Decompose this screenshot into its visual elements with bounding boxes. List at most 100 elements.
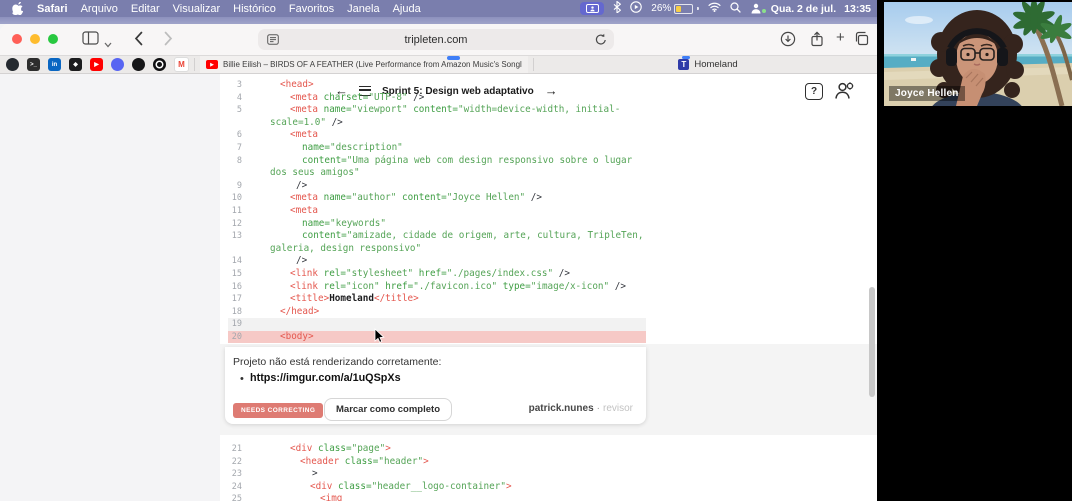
tab-billie-eilish-youtube[interactable]: ▶ Billie Eilish – BIRDS OF A FEATHER (Li…: [200, 56, 528, 73]
bullet: •: [240, 373, 244, 385]
window-controls: [12, 34, 58, 44]
share-icon[interactable]: [810, 31, 824, 52]
code-line-9: 9/>: [220, 180, 877, 193]
menu-bar: Safari Arquivo Editar Visualizar Histórico Fa…: [0, 0, 877, 17]
menu-item-ajuda[interactable]: Ajuda: [393, 3, 421, 15]
mouse-cursor: [374, 328, 385, 349]
terminal-app-icon[interactable]: >_: [27, 58, 40, 71]
code-line-12: 12name="keywords": [220, 218, 877, 231]
youtube-icon[interactable]: ▶: [90, 58, 103, 71]
gmail-icon[interactable]: M: [174, 57, 189, 72]
video-call-panel: Joyce Hellen: [877, 0, 1072, 501]
code-panel: 3<head>4<meta charset="UTF-8" />5<meta n…: [220, 74, 877, 501]
favicon-row: >_ in ◆ ▶ M: [6, 57, 189, 72]
battery-percent: 26%: [651, 3, 671, 14]
code-line-7: 7name="description": [220, 142, 877, 155]
code-line-6: 6<meta: [220, 129, 877, 142]
dark-app-icon[interactable]: [132, 58, 145, 71]
code-line-10: 10<meta name="author" content="Joyce Hel…: [220, 192, 877, 205]
code-line-24: 24<div class="header__logo-container">: [220, 481, 877, 494]
menu-item-visualizar[interactable]: Visualizar: [173, 3, 221, 15]
code-line-19: 19: [220, 318, 877, 331]
code-block-body: 21<div class="page">22<header class="hea…: [220, 443, 877, 501]
battery-indicator[interactable]: 26%: [651, 3, 699, 14]
reader-icon[interactable]: [267, 34, 279, 48]
menu-clock[interactable]: Qua. 2 de jul. 13:35: [771, 3, 871, 15]
menu-date: Qua. 2 de jul.: [771, 3, 836, 15]
tab-bar: >_ in ◆ ▶ M ▶ Billie Eilish – BIRDS OF A FEA…: [0, 55, 877, 74]
imgur-link[interactable]: https://imgur.com/a/1uQSpXs: [250, 372, 401, 384]
address-bar[interactable]: tripleten.com: [258, 29, 614, 50]
tab-homeland[interactable]: T Homeland: [539, 56, 877, 73]
safari-window: tripleten.com + >_ in ◆ ▶ M ▶ Billie Eilish …: [0, 24, 877, 501]
refresh-icon[interactable]: [595, 33, 607, 49]
menu-item-histórico[interactable]: Histórico: [233, 3, 276, 15]
menu-item-janela[interactable]: Janela: [347, 3, 379, 15]
code-line-4: 4<meta charset="UTF-8" />: [220, 92, 877, 105]
chevron-down-icon[interactable]: [104, 35, 112, 53]
tab-label: Billie Eilish – BIRDS OF A FEATHER (Live…: [223, 60, 522, 69]
reviewer-name: patrick.nunes: [529, 403, 594, 414]
close-window-button[interactable]: [12, 34, 22, 44]
menu-item-safari[interactable]: Safari: [37, 3, 68, 15]
user-status-icon[interactable]: [750, 3, 762, 14]
menu-item-editar[interactable]: Editar: [131, 3, 160, 15]
screen: Safari Arquivo Editar Visualizar Histórico Fa…: [0, 0, 1072, 501]
ring-app-icon[interactable]: [153, 58, 166, 71]
code-line-11: 11<meta: [220, 205, 877, 218]
menu-status-icons: 26% Qua. 2 de jul. 13:35: [580, 1, 871, 16]
url-text: tripleten.com: [405, 34, 468, 46]
code-line-wrap: scale=1.0" />: [220, 117, 877, 130]
bluetooth-icon[interactable]: [613, 1, 621, 16]
status-badge: NEEDS CORRECTING: [233, 403, 323, 418]
code-line-17: 17<title>Homeland</title>: [220, 293, 877, 306]
menu-time: 13:35: [844, 3, 871, 15]
code-line-5: 5<meta name="viewport" content="width=de…: [220, 104, 877, 117]
back-button[interactable]: [134, 31, 143, 51]
browser-toolbar: tripleten.com +: [0, 24, 877, 55]
discord-icon[interactable]: [111, 58, 124, 71]
online-dot: [762, 9, 766, 13]
minimize-window-button[interactable]: [30, 34, 40, 44]
code-line-21: 21<div class="page">: [220, 443, 877, 456]
code-line-14: 14/>: [220, 255, 877, 268]
code-line-25: 25<img: [220, 493, 877, 501]
downloads-icon[interactable]: [780, 31, 796, 52]
spotlight-search-icon[interactable]: [730, 2, 741, 16]
menu-item-arquivo[interactable]: Arquivo: [81, 3, 118, 15]
new-tab-button[interactable]: +: [836, 30, 845, 45]
play-status-icon[interactable]: [630, 1, 642, 16]
tab-label: Homeland: [694, 59, 737, 70]
menu-item-favoritos[interactable]: Favoritos: [289, 3, 334, 15]
code-line-18: 18</head>: [220, 306, 877, 319]
active-tab-indicator: [447, 56, 460, 60]
desktop-wallpaper: [0, 17, 877, 24]
review-comment-text: Projeto não está renderizando corretamen…: [233, 356, 441, 368]
participant-name: Joyce Hellen: [889, 86, 965, 101]
code-line-8: 8content="Uma página web com design resp…: [220, 155, 877, 168]
code-line-15: 15<link rel="stylesheet" href="./pages/i…: [220, 268, 877, 281]
dev-tool-icon[interactable]: ◆: [69, 58, 82, 71]
apple-icon[interactable]: [12, 2, 23, 15]
review-comment-section: Projeto não está renderizando corretamen…: [220, 344, 877, 436]
code-line-13: 13content="amizade, cidade de origem, ar…: [220, 230, 877, 243]
zoom-window-button[interactable]: [48, 34, 58, 44]
reviewer-info: patrick.nunes·revisor: [529, 403, 633, 414]
forward-button[interactable]: [164, 31, 173, 51]
menu-items: Safari Arquivo Editar Visualizar Histórico Fa…: [37, 3, 421, 15]
review-comment-card: Projeto não está renderizando corretamen…: [225, 347, 646, 424]
webcam-video: Joyce Hellen: [884, 2, 1072, 106]
homeland-favicon: T: [678, 59, 689, 70]
github-icon[interactable]: [6, 58, 19, 71]
sidebar-icon[interactable]: [82, 31, 99, 50]
tab-overview-icon[interactable]: [854, 31, 869, 51]
wifi-icon[interactable]: [708, 2, 721, 15]
code-line-wrap: dos seus amigos": [220, 167, 877, 180]
mark-complete-button[interactable]: Marcar como completo: [324, 398, 452, 421]
battery-icon: [674, 4, 693, 14]
code-block-head: 3<head>4<meta charset="UTF-8" />5<meta n…: [220, 79, 877, 343]
linkedin-icon[interactable]: in: [48, 58, 61, 71]
code-line-22: 22<header class="header">: [220, 456, 877, 469]
tab-accent: [682, 56, 690, 59]
screen-sharing-icon[interactable]: [580, 2, 604, 15]
